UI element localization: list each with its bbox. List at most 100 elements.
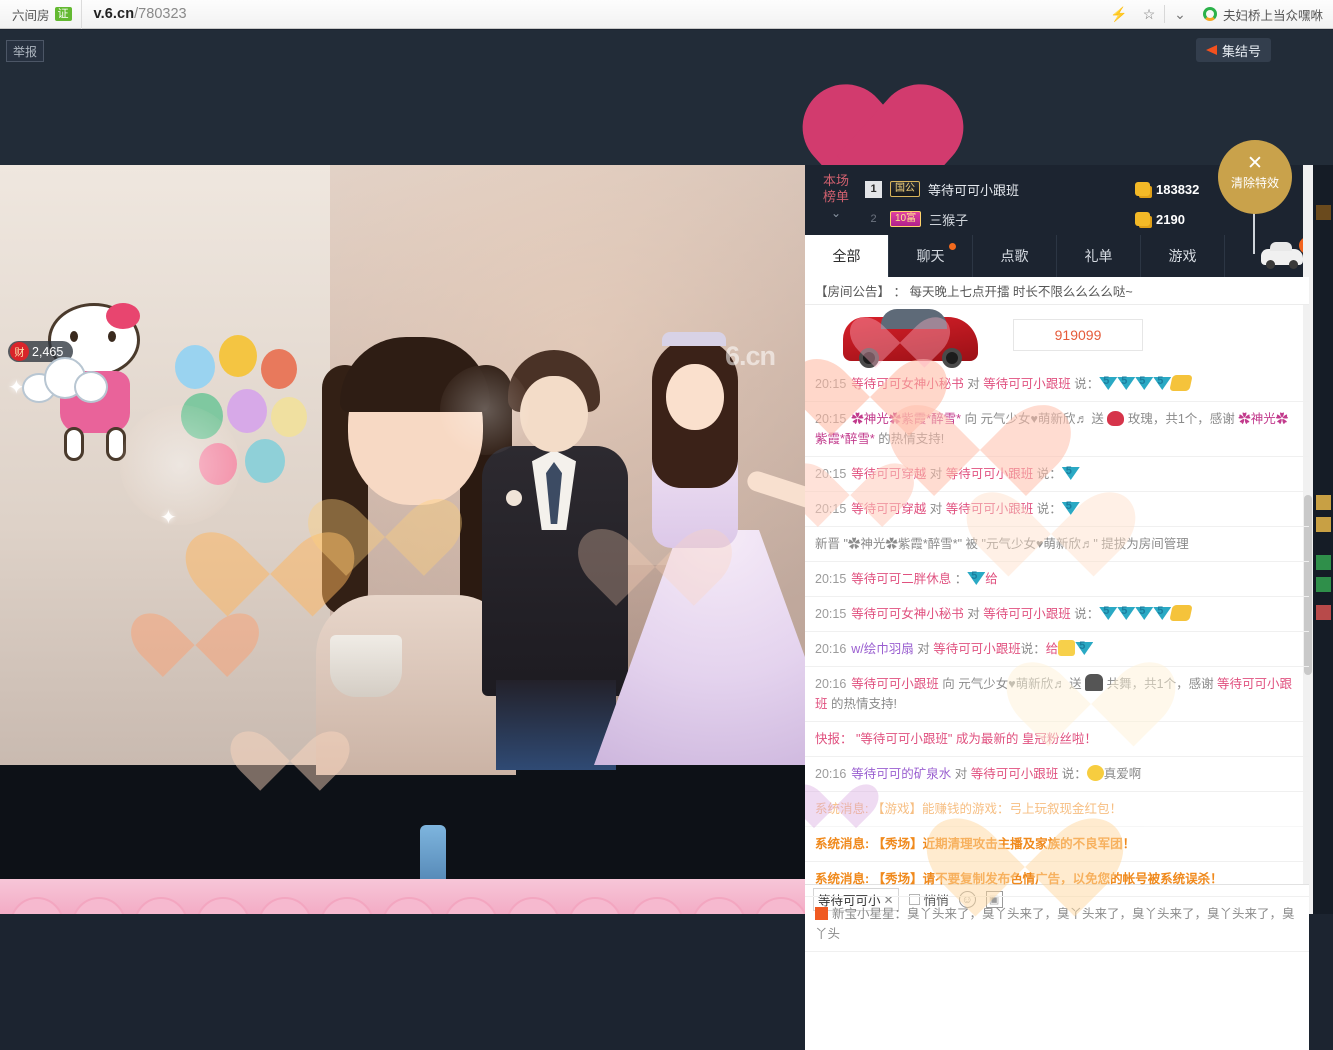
message-text: 向 [938,677,959,691]
message-user[interactable]: 等待可可二胖休息 [851,572,951,586]
message-text: 说： [1070,377,1100,391]
jihao-button[interactable]: 集结号 [1195,38,1271,62]
message-target[interactable]: 等待可可小跟班 [946,502,1034,516]
message-text: 送 [1087,412,1108,426]
rail-icon-3[interactable] [1316,517,1331,532]
message-target[interactable]: 等待可可小跟班 [933,642,1021,656]
url-path: /780323 [134,6,187,22]
five-emoji-icon: 5 [967,569,986,586]
message-user[interactable]: 等待可可穿越 [851,502,926,516]
list-item: 20:15 ✿神光✿紫霞*醉雪* 向 元气少女♥萌新欣♬ 送 玫瑰，共1个，感谢 … [805,402,1309,457]
cup-prop [330,635,402,697]
table-row[interactable]: 1 国公 等待可可小跟班 183832 [865,175,1275,203]
quick-search-text: 夫妇桥上当众嘿咻 [1222,8,1323,23]
video-stage[interactable]: ✦ ✦ [0,165,805,914]
quick-search-entry[interactable]: 夫妇桥上当众嘿咻 [1195,5,1333,24]
tab-gift-list[interactable]: 礼单 [1057,235,1141,277]
list-item: 快报： "等待可可小跟班" 成为最新的 皇冠粉丝啦！ [805,722,1309,757]
message-target[interactable]: 等待可可小跟班 [983,377,1071,391]
message-user[interactable]: ✿神光✿紫霞*醉雪* [851,412,961,426]
message-user[interactable]: 等待可可的矿泉水 [851,767,951,781]
rank-position: 1 [865,180,882,198]
report-button[interactable]: 举报 [6,40,44,62]
heart-effect [220,705,360,791]
message-target[interactable]: 元气少女♥萌新欣♬ [980,412,1087,426]
tab-song-request[interactable]: 点歌 [973,235,1057,277]
system-label: 系统消息: [815,837,870,851]
message-time: 20:15 [815,607,847,621]
message-text: 的热情支持! [874,432,945,446]
message-target[interactable]: 等待可可小跟班 [946,467,1034,481]
rank-amount: 183832 [1156,181,1200,197]
message-text: 向 [961,412,981,426]
list-item: 系统消息: 【秀场】近期清理攻击主播及家族的不良军团！ [805,827,1309,862]
rank-user-name: 三猴子 [929,212,969,228]
stage-foreground-band [0,879,805,914]
list-item: 20:15 等待可可女神小秘书 对 等待可可小跟班 说： 5 5 5 5 [805,597,1309,632]
message-target[interactable]: 等待可可小跟班 [983,607,1071,621]
tab-chat[interactable]: 聊天 [889,235,973,277]
system-message: 系统消息: 【游戏】能赚钱的游戏：弓上玩叙现金红包！ [815,802,1122,816]
message-user[interactable]: 等待可可女神小秘书 [851,377,964,391]
rail-icon-2[interactable] [1316,495,1331,510]
tab-label: 点歌 [1000,248,1029,264]
rank-title[interactable]: 本场 榜单 ⌄ [817,173,855,221]
message-time: 20:16 [815,642,847,656]
message-text: 送 [1065,677,1086,691]
message-text: 皇冠粉丝啦！ [1021,732,1097,746]
coin-icon [1135,212,1150,226]
message-user[interactable]: 等待可可小跟班 [851,677,939,691]
lightning-icon[interactable]: ⚡ [1104,0,1134,29]
cloud-decoration [22,357,110,403]
tab-label: 游戏 [1168,248,1197,264]
chevron-down-icon[interactable]: ⌄ [817,205,855,221]
rank-badge: 国公 [890,181,920,197]
message-user[interactable]: 等待可可女神小秘书 [851,607,964,621]
message-user[interactable]: 等待可可穿越 [851,467,926,481]
tab-label: 全部 [832,248,861,264]
rail-icon-4[interactable] [1316,555,1331,570]
message-text: 的热情支持! [827,697,897,711]
five-emoji-icon: 5 [1153,374,1172,391]
message-text: 对 [913,642,934,656]
chat-message-list[interactable]: 919099 20:15 等待可可女神小秘书 对 等待可可小跟班 说： 5 5 5 5 2… [805,305,1309,1050]
tab-all[interactable]: 全部 [805,235,889,277]
heart-effect [120,585,270,678]
tab-games[interactable]: 游戏 [1141,235,1225,277]
chevron-down-icon[interactable]: ⌄ [1165,0,1195,29]
live-video[interactable]: ✦ ✦ [0,165,805,914]
message-text: 说： [1058,767,1087,781]
clear-effects-button[interactable]: ✕ 清除特效 [1218,140,1292,214]
table-row[interactable]: 2 10富 三猴子 2190 [865,205,1275,233]
rank-title-line1: 本场 [822,173,849,188]
message-user[interactable]: w/绘巾羽扇 [851,642,914,656]
message-target[interactable]: 等待可可小跟班 [971,767,1059,781]
five-emoji-icon: 5 [1075,639,1094,656]
message-text: 对 [963,377,984,391]
search-ring-icon [1202,7,1217,21]
right-sidebar-rail[interactable] [1313,165,1333,914]
message-target[interactable]: 元气少女♥萌新欣♬ [958,677,1065,691]
message-text: 说： [1033,467,1062,481]
system-message: 【秀场】请不要复制发布色情广告，以免您的帐号被系统误杀！ [869,872,1223,886]
flash-label: 快报： [815,732,853,746]
message-text: 对 [951,767,971,781]
message-text: 给 [985,572,998,586]
address-bar[interactable]: v.6.cn/780323 [82,6,1104,22]
message-text: "等待可可小跟班" 成为最新的 [852,732,1022,746]
message-user[interactable]: 新宝小星星： [832,907,907,921]
star-icon[interactable]: ☆ [1134,0,1164,29]
gift-number: 919099 [1013,319,1143,351]
message-time: 20:15 [815,467,847,481]
rail-icon-6[interactable] [1316,605,1331,620]
list-item: 20:16 w/绘巾羽扇 对 等待可可小跟班说：给 5 [805,632,1309,667]
rank-user-name: 等待可可小跟班 [928,182,1020,198]
clear-effects-label: 清除特效 [1230,176,1279,190]
site-identity-chip[interactable]: 六间房 证 [0,0,82,29]
message-text: 说： [1070,607,1100,621]
rail-icon-5[interactable] [1316,577,1331,592]
rail-icon-1[interactable] [1316,205,1331,220]
message-text: 共舞，共1个，感谢 [1103,677,1218,691]
message-text: 玫瑰，共1个，感谢 [1124,412,1239,426]
balloon-string [1253,212,1255,254]
